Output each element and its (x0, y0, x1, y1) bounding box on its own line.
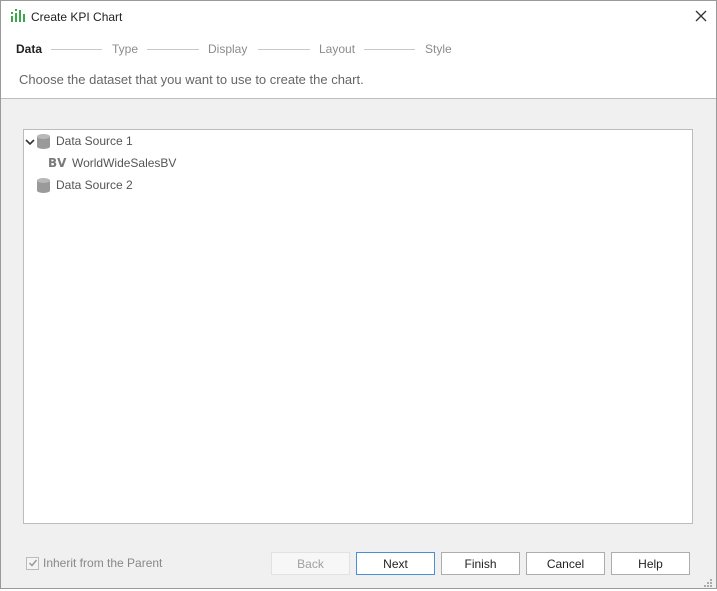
back-button[interactable]: Back (271, 552, 350, 575)
dataset-tree[interactable]: Data Source 1 BV WorldWideSalesBV Data S… (23, 129, 693, 524)
next-button[interactable]: Next (356, 552, 435, 575)
title-bar: Create KPI Chart (1, 1, 716, 32)
instruction-text: Choose the dataset that you want to use … (19, 72, 364, 87)
close-button[interactable] (689, 5, 713, 27)
step-type[interactable]: Type (112, 42, 138, 56)
tree-item-data-source-2[interactable]: Data Source 2 (37, 175, 133, 195)
tree-item-data-source-1[interactable]: Data Source 1 (25, 131, 133, 151)
step-style[interactable]: Style (425, 42, 452, 56)
step-divider (258, 49, 310, 50)
step-display[interactable]: Display (208, 42, 247, 56)
inherit-from-parent-checkbox[interactable]: Inherit from the Parent (26, 556, 162, 570)
create-kpi-chart-dialog: Create KPI Chart Data Type Display Layou… (0, 0, 717, 589)
tree-item-label: Data Source 1 (56, 134, 133, 148)
step-layout[interactable]: Layout (319, 42, 355, 56)
checkmark-icon (28, 559, 37, 567)
step-data[interactable]: Data (16, 42, 42, 56)
step-divider (364, 49, 415, 50)
step-divider (147, 49, 199, 50)
window-title: Create KPI Chart (31, 10, 123, 24)
database-icon (37, 133, 50, 149)
step-divider (51, 49, 102, 50)
chart-bars-icon (10, 8, 26, 24)
close-icon (695, 10, 707, 22)
help-button[interactable]: Help (611, 552, 690, 575)
checkbox-box[interactable] (26, 556, 39, 570)
cancel-button[interactable]: Cancel (526, 552, 605, 575)
inherit-label: Inherit from the Parent (43, 556, 163, 570)
resize-grip-icon[interactable] (703, 577, 713, 587)
wizard-header: Data Type Display Layout Style Choose th… (1, 32, 716, 99)
finish-button[interactable]: Finish (441, 552, 520, 575)
database-icon (37, 177, 50, 193)
business-view-icon: BV (48, 156, 67, 170)
tree-item-label: Data Source 2 (56, 178, 133, 192)
tree-item-worldwidesalesbv[interactable]: BV WorldWideSalesBV (48, 153, 176, 173)
tree-item-label: WorldWideSalesBV (71, 156, 177, 170)
chevron-down-icon[interactable] (25, 136, 35, 146)
